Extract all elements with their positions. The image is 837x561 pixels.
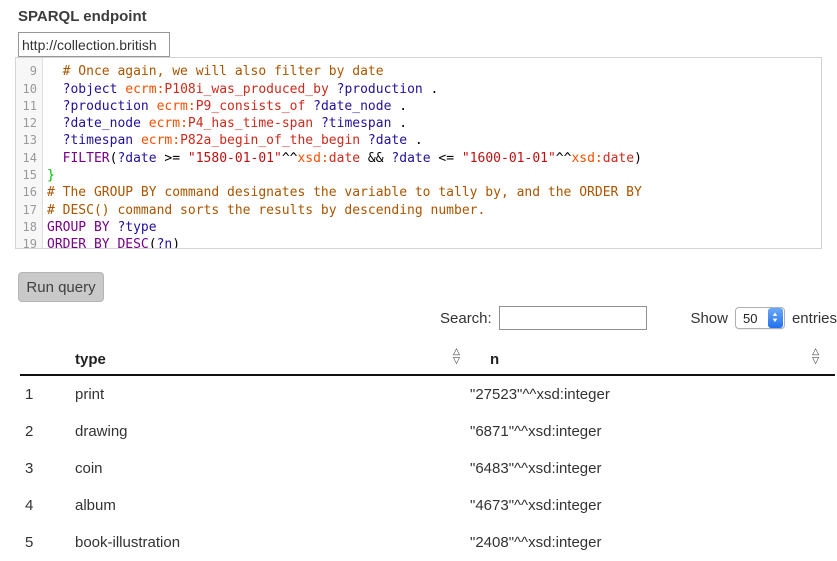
table-row: 1 print "27523"^^xsd:integer [20,376,835,413]
code-line: 11 ?production ecrm:P9_consists_of ?date… [16,98,821,115]
line-number: 12 [16,115,43,132]
cell-type: book-illustration [75,534,180,551]
code-line-content: ?production ecrm:P9_consists_of ?date_no… [43,98,407,115]
table-row: 5 book-illustration "2408"^^xsd:integer [20,524,835,561]
row-index: 4 [25,497,33,514]
column-header-n[interactable]: n [490,351,499,368]
cell-n: "6871"^^xsd:integer [470,423,601,440]
code-line: 14 FILTER(?date >= "1580-01-01"^^xsd:dat… [16,150,821,167]
row-index: 3 [25,460,33,477]
table-row: 4 album "4673"^^xsd:integer [20,487,835,524]
sort-icon-type[interactable]: △ ▽ [453,347,460,365]
line-number: 9 [16,63,43,80]
show-entries-select[interactable]: 50 ▲ ▼ [735,307,785,329]
code-line: 15} [16,167,821,184]
code-line-content: # Once again, we will also filter by dat… [43,63,384,80]
line-number: 15 [16,167,43,184]
code-line-content: ORDER BY DESC(?n) [43,236,180,249]
line-number: 16 [16,184,43,201]
sort-desc-icon: ▽ [812,356,819,365]
results-table-header: type △ ▽ n △ ▽ [20,343,835,376]
table-controls: Search: Show 50 ▲ ▼ entries [440,303,837,333]
row-index: 5 [25,534,33,551]
run-query-button[interactable]: Run query [18,272,104,302]
code-line: 19ORDER BY DESC(?n) [16,236,821,249]
code-line-content: ?object ecrm:P108i_was_produced_by ?prod… [43,81,438,98]
code-line-content: ?timespan ecrm:P82a_begin_of_the_begin ?… [43,132,423,149]
cell-type: album [75,497,116,514]
cell-n: "2408"^^xsd:integer [470,534,601,551]
code-line-content: ?date_node ecrm:P4_has_time-span ?timesp… [43,115,407,132]
cell-type: print [75,386,104,403]
line-number: 13 [16,132,43,149]
sparql-code-editor[interactable]: 89 # Once again, we will also filter by … [15,57,822,249]
line-number: 18 [16,219,43,236]
table-row: 3 coin "6483"^^xsd:integer [20,450,835,487]
code-line: 17# DESC() command sorts the results by … [16,202,821,219]
row-index: 2 [25,423,33,440]
code-line-content: # DESC() command sorts the results by de… [43,202,485,219]
code-line-content: # The GROUP BY command designates the va… [43,184,642,201]
show-label: Show [690,310,728,327]
endpoint-label: SPARQL endpoint [18,8,147,25]
code-line: 10 ?object ecrm:P108i_was_produced_by ?p… [16,81,821,98]
code-line: 18GROUP BY ?type [16,219,821,236]
cell-n: "27523"^^xsd:integer [470,386,610,403]
row-index: 1 [25,386,33,403]
line-number: 14 [16,150,43,167]
results-table-body: 1 print "27523"^^xsd:integer 2 drawing "6871"… [20,376,835,561]
code-line: 9 # Once again, we will also filter by d… [16,63,821,80]
code-line: 13 ?timespan ecrm:P82a_begin_of_the_begi… [16,132,821,149]
line-number: 17 [16,202,43,219]
code-line-content: FILTER(?date >= "1580-01-01"^^xsd:date &… [43,150,642,167]
code-line: 16# The GROUP BY command designates the … [16,184,821,201]
show-entries-value: 50 [736,311,768,326]
results-table: type △ ▽ n △ ▽ 1 print "27523"^^xsd:intege… [20,343,835,561]
select-stepper-icon: ▲ ▼ [768,308,783,328]
column-header-type[interactable]: type [75,351,106,368]
code-line-content: } [43,167,55,184]
sort-icon-n[interactable]: △ ▽ [812,347,819,365]
code-line-content: GROUP BY ?type [43,219,157,236]
sort-desc-icon: ▽ [453,356,460,365]
cell-n: "4673"^^xsd:integer [470,497,601,514]
line-number: 19 [16,236,43,249]
code-line: 12 ?date_node ecrm:P4_has_time-span ?tim… [16,115,821,132]
table-row: 2 drawing "6871"^^xsd:integer [20,413,835,450]
cell-type: drawing [75,423,128,440]
line-number: 10 [16,81,43,98]
endpoint-url-input[interactable] [18,32,170,57]
search-input[interactable] [499,306,647,330]
entries-label: entries [792,310,837,327]
search-label: Search: [440,310,492,327]
stepper-down-icon: ▼ [772,318,780,324]
cell-type: coin [75,460,103,477]
line-number: 11 [16,98,43,115]
code-lines: 89 # Once again, we will also filter by … [16,57,821,249]
cell-n: "6483"^^xsd:integer [470,460,601,477]
